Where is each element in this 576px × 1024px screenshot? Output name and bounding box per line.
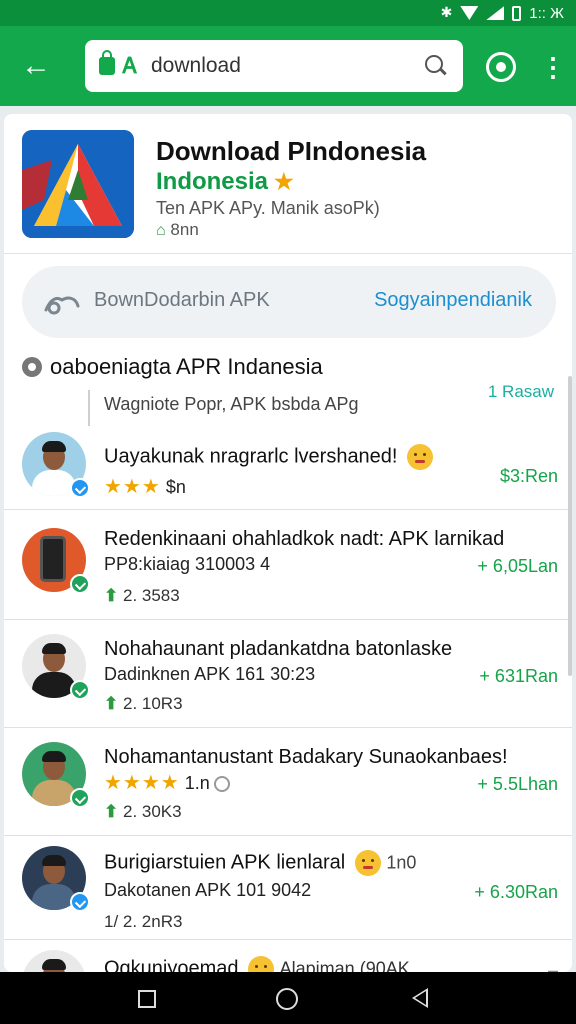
item-title: Ogkuniyoemad Alapiman (90AK [104, 956, 410, 972]
scrollbar[interactable] [568, 376, 572, 676]
address-bar[interactable]: Ꭺ download [85, 40, 463, 92]
tabs-icon[interactable] [486, 52, 516, 82]
avatar [22, 742, 90, 808]
lock-icon [99, 50, 115, 75]
list-item[interactable]: Nohahaunant pladankatdna batonlaske Dadi… [4, 620, 572, 728]
list-item[interactable]: Burigiarstuien APK lienlaral 1n0 Dakotan… [4, 836, 572, 940]
item-price: + 6.30Ran [474, 882, 558, 902]
home-icon: ⌂ [156, 222, 166, 239]
avatar [22, 634, 90, 700]
verified-icon [70, 788, 90, 808]
item-subtitle: Dadinknen APK 161 30:23 [104, 664, 316, 684]
item-title-suffix: Alapiman (90AK [279, 958, 410, 972]
bluetooth-icon: ✱ [440, 5, 453, 21]
avatar [22, 432, 90, 498]
back-triangle-icon[interactable] [412, 988, 428, 1008]
section-count[interactable]: 1 Rasaw [488, 382, 554, 402]
avatar [22, 950, 86, 972]
app-subtitle: Indonesia ★ [156, 168, 294, 196]
search-icon[interactable] [425, 55, 447, 77]
section-note: Wagniote Popr, APK bsbda APg [104, 394, 359, 414]
verified-icon [70, 574, 90, 594]
avatar [22, 528, 90, 594]
verified-icon [70, 892, 90, 912]
home-button-icon[interactable] [276, 988, 298, 1010]
list-item[interactable]: Redenkinaani ohahladkok nadt: APK larnik… [4, 510, 572, 620]
battery-icon [512, 5, 522, 21]
app-description: Ten APK APy. Manik asoPk) [156, 198, 380, 218]
app-title: Download PIndonesia [156, 136, 427, 166]
status-time: 1:: Ж [529, 4, 564, 22]
app-size-text: 8nn [170, 220, 199, 239]
link-icon [44, 296, 80, 315]
emoji-icon [407, 444, 434, 470]
star-rating-icon: ★★★ [104, 476, 161, 498]
star-rating-icon: ★★★★ [104, 772, 180, 794]
item-rating: ★★★ $n [104, 474, 186, 499]
star-badge-icon: ★ [274, 169, 294, 194]
item-title: Nohamantanustant Badakary Sunaokanbaes! [104, 746, 508, 768]
status-bar: ✱ 1:: Ж [0, 0, 576, 26]
item-price: $3:Ren [499, 466, 558, 486]
item-title: Burigiarstuien APK lienlaral 1n0 [104, 850, 416, 876]
download-label: BownDodarbin APK [94, 289, 270, 311]
item-rating: ★★★★ 1.n [104, 770, 230, 795]
item-title: Uayakunak nragrarlc lvershaned! [104, 444, 434, 470]
item-title-text: Uayakunak nragrarlc lvershaned! [104, 445, 398, 468]
system-nav-bar [0, 972, 576, 1024]
item-stats: 1/ 2. 2nR3 [104, 912, 183, 931]
status-icons: ✱ 1:: Ж [441, 3, 564, 23]
record-icon [22, 357, 42, 377]
item-price: – [547, 960, 558, 972]
item-stats: ⬆ 2. 3583 [104, 586, 180, 606]
item-meta: 1.n [184, 773, 210, 793]
divider [88, 390, 90, 426]
section-header: oaboeniagta APR Indanesia [22, 354, 323, 380]
item-stats: ⬆ 2. 10R3 [104, 694, 183, 714]
wifi-icon [460, 6, 479, 20]
download-link[interactable]: Sogyainpendianik [374, 289, 532, 312]
more-menu-icon[interactable]: ⋮ [540, 52, 566, 84]
item-title: Redenkinaani ohahladkok nadt: APK larnik… [104, 528, 505, 550]
app-logo[interactable] [22, 130, 134, 238]
item-title-text: Ogkuniyoemad [104, 957, 239, 972]
item-title-text: Burigiarstuien APK lienlaral [104, 851, 346, 874]
download-bar[interactable]: BownDodarbin APK Sogyainpendianik [22, 266, 556, 338]
verified-icon [70, 680, 90, 700]
list-item[interactable]: Uayakunak nragrarlc lvershaned! ★★★ $n $… [4, 424, 572, 510]
item-price: + 631Ran [479, 666, 558, 686]
item-stats-text: 2. 30K3 [122, 802, 182, 821]
item-price: + 6,05Lan [477, 556, 558, 576]
emoji-icon [354, 850, 381, 876]
item-stats-text: 2. 10R3 [122, 694, 183, 713]
list-item[interactable]: Nohamantanustant Badakary Sunaokanbaes! … [4, 728, 572, 836]
recent-apps-icon[interactable] [138, 990, 156, 1008]
item-subtitle: Dakotanen APK 101 9042 [104, 880, 312, 900]
trend-up-icon: ⬆ [104, 694, 119, 713]
app-size: ⌂ 8nn [156, 220, 199, 240]
app-subtitle-text: Indonesia [156, 168, 269, 195]
signal-icon [486, 6, 505, 20]
list-item[interactable]: Ogkuniyoemad Alapiman (90AK – [4, 940, 572, 972]
item-meta: $n [165, 477, 186, 497]
app-header: Download PIndonesia Indonesia ★ Ten APK A… [4, 114, 572, 254]
item-stats-text: 2. 3583 [122, 586, 180, 605]
section-title: oaboeniagta APR Indanesia [50, 354, 323, 379]
back-arrow-icon[interactable]: ← [18, 48, 54, 84]
site-badge-icon: Ꭺ [123, 53, 138, 78]
verified-icon [70, 478, 90, 498]
emoji-icon [248, 956, 275, 972]
avatar [22, 846, 90, 912]
page-content: Download PIndonesia Indonesia ★ Ten APK A… [4, 114, 572, 972]
browser-toolbar: ← Ꭺ download ⋮ [0, 26, 576, 106]
item-stats: ⬆ 2. 30K3 [104, 802, 182, 822]
item-subtitle: PP8:kiaiag 310003 4 [104, 554, 271, 574]
item-title-suffix: 1n0 [386, 852, 417, 873]
item-price: + 5.5Lhan [477, 774, 558, 794]
trend-up-icon: ⬆ [104, 586, 119, 605]
trend-up-icon: ⬆ [104, 802, 119, 821]
item-title: Nohahaunant pladankatdna batonlaske [104, 638, 453, 660]
address-input[interactable]: download [151, 54, 425, 78]
clock-icon [213, 776, 230, 793]
